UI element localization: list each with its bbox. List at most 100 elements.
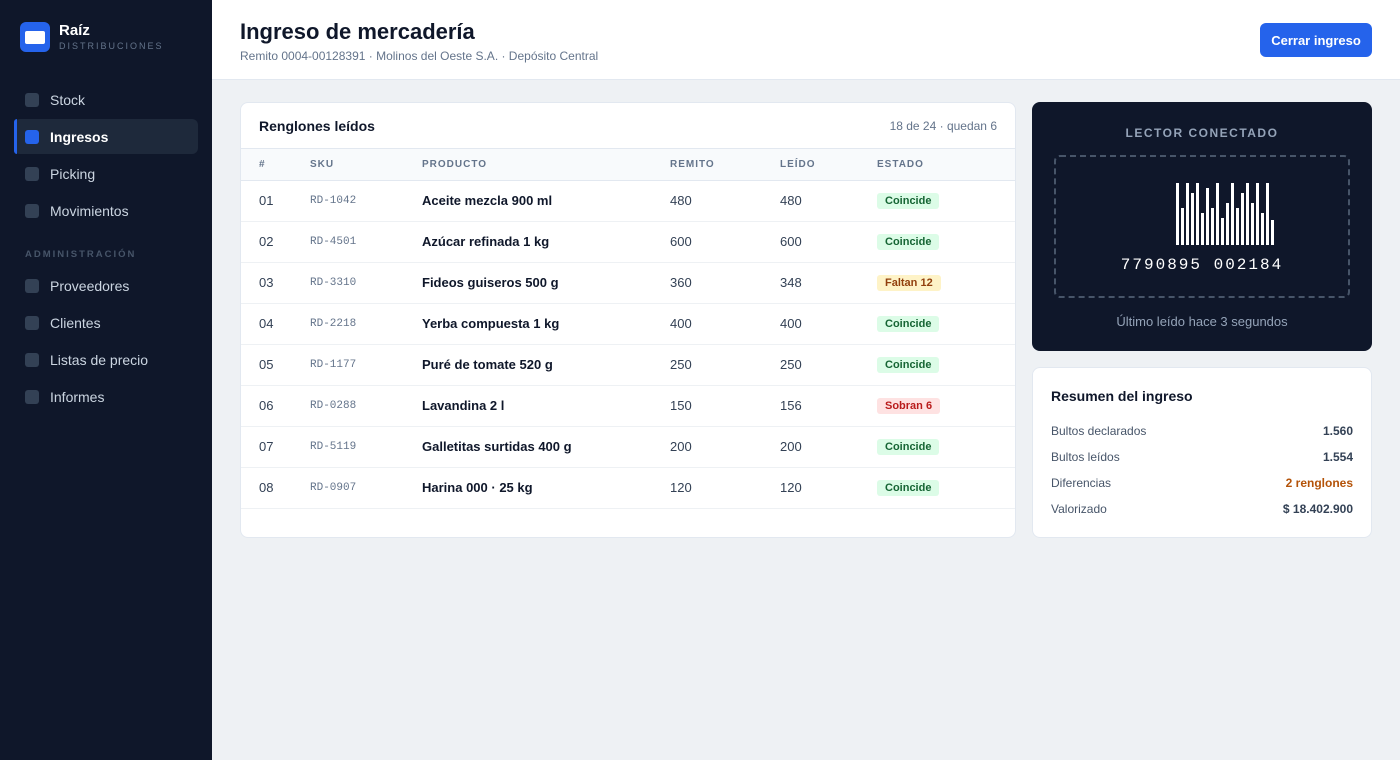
row-read-qty: 250 bbox=[780, 357, 802, 372]
last-scan-time: Último leído hace 3 segundos bbox=[1116, 314, 1288, 329]
status-badge: Coincide bbox=[877, 234, 940, 250]
row-product: Fideos guiseros 500 g bbox=[422, 275, 559, 290]
proveedores-icon bbox=[25, 278, 39, 293]
table-row[interactable]: 06 RD-0288 Lavandina 2 l 150 156 Sobran 6 bbox=[241, 385, 1015, 426]
scanner-status: LECTOR CONECTADO bbox=[1125, 126, 1279, 140]
sidebar-item-label: Stock bbox=[50, 91, 86, 108]
row-remito-qty: 360 bbox=[670, 275, 692, 290]
column-header-estado: ESTADO bbox=[877, 149, 1015, 181]
row-number: 03 bbox=[259, 275, 274, 290]
brand-name: Raíz bbox=[59, 22, 90, 39]
table-row[interactable]: 08 RD-0907 Harina 000 · 25 kg 120 120 Coincid… bbox=[241, 467, 1015, 508]
lines-card-title: Renglones leídos bbox=[259, 117, 375, 134]
sidebar-item-label: Proveedores bbox=[50, 277, 130, 294]
sidebar-item-label: Movimientos bbox=[50, 202, 129, 219]
row-sku: RD-4501 bbox=[310, 235, 357, 248]
sidebar-item-clientes[interactable]: Clientes bbox=[14, 305, 198, 340]
summary-value: 1.554 bbox=[1322, 450, 1353, 464]
column-header-sku: SKU bbox=[310, 149, 422, 181]
status-badge: Coincide bbox=[877, 480, 940, 496]
row-remito-qty: 400 bbox=[670, 316, 692, 331]
listas-de-precio-icon bbox=[25, 352, 39, 367]
summary-label: Diferencias bbox=[1051, 476, 1112, 490]
sidebar-item-movimientos[interactable]: Movimientos bbox=[14, 193, 198, 228]
row-sku: RD-3310 bbox=[310, 276, 357, 289]
row-product: Yerba compuesta 1 kg bbox=[422, 316, 560, 331]
close-ingreso-button[interactable]: Cerrar ingreso bbox=[1260, 23, 1372, 57]
status-badge: Coincide bbox=[877, 193, 940, 209]
brand[interactable]: Raíz DISTRIBUCIONES bbox=[20, 22, 164, 52]
row-sku: RD-1042 bbox=[310, 194, 357, 207]
sidebar-item-proveedores[interactable]: Proveedores bbox=[14, 268, 198, 303]
row-product: Aceite mezcla 900 ml bbox=[422, 193, 553, 208]
row-remito-qty: 200 bbox=[670, 439, 692, 454]
page-header: Ingreso de mercadería Remito 0004-001283… bbox=[212, 0, 1400, 80]
row-number: 04 bbox=[259, 316, 274, 331]
row-number: 05 bbox=[259, 357, 274, 372]
row-remito-qty: 120 bbox=[670, 480, 692, 495]
summary-row: Bultos leídos 1.554 bbox=[1051, 444, 1353, 470]
status-badge: Coincide bbox=[877, 357, 940, 373]
row-product: Lavandina 2 l bbox=[422, 398, 505, 413]
status-badge: Faltan 12 bbox=[877, 275, 941, 291]
summary-row: Valorizado $ 18.402.900 bbox=[1051, 496, 1353, 522]
informes-icon bbox=[25, 389, 39, 404]
row-read-qty: 400 bbox=[780, 316, 802, 331]
lines-progress: 18 de 24 · quedan 6 bbox=[889, 118, 997, 133]
table-row[interactable]: 05 RD-1177 Puré de tomate 520 g 250 250 Coinc… bbox=[241, 344, 1015, 385]
sidebar-item-listas-de-precio[interactable]: Listas de precio bbox=[14, 342, 198, 377]
admin-nav: Proveedores Clientes Listas de precio In… bbox=[14, 268, 198, 416]
row-read-qty: 120 bbox=[780, 480, 802, 495]
summary-value: 1.560 bbox=[1322, 424, 1353, 438]
sidebar-item-informes[interactable]: Informes bbox=[14, 379, 198, 414]
row-read-qty: 200 bbox=[780, 439, 802, 454]
lines-table: # SKU PRODUCTO REMITO LEÍDO ESTADO 01 RD-… bbox=[241, 149, 1015, 509]
row-sku: RD-5119 bbox=[310, 440, 357, 453]
main-nav: Stock Ingresos Picking Movimientos bbox=[14, 82, 198, 230]
sidebar-item-label: Ingresos bbox=[50, 128, 109, 145]
sidebar-item-ingresos[interactable]: Ingresos bbox=[14, 119, 198, 154]
table-row[interactable]: 04 RD-2218 Yerba compuesta 1 kg 400 400 Coinc… bbox=[241, 303, 1015, 344]
summary-title: Resumen del ingreso bbox=[1051, 388, 1193, 404]
summary-label: Valorizado bbox=[1051, 502, 1107, 516]
summary-value: $ 18.402.900 bbox=[1282, 502, 1353, 516]
column-header-leido: LEÍDO bbox=[780, 149, 877, 181]
summary-row: Diferencias 2 renglones bbox=[1051, 470, 1353, 496]
table-row[interactable]: 07 RD-5119 Galletitas surtidas 400 g 200 200… bbox=[241, 426, 1015, 467]
row-remito-qty: 250 bbox=[670, 357, 692, 372]
picking-icon bbox=[25, 166, 39, 181]
row-number: 01 bbox=[259, 193, 274, 208]
summary-row: Bultos declarados 1.560 bbox=[1051, 418, 1353, 444]
row-read-qty: 348 bbox=[780, 275, 802, 290]
row-product: Galletitas surtidas 400 g bbox=[422, 439, 572, 454]
table-row[interactable]: 02 RD-4501 Azúcar refinada 1 kg 600 600 Coinc… bbox=[241, 221, 1015, 262]
row-number: 02 bbox=[259, 234, 274, 249]
clientes-icon bbox=[25, 315, 39, 330]
barcode-number: 7790895 002184 bbox=[1120, 256, 1284, 274]
row-read-qty: 480 bbox=[780, 193, 802, 208]
column-header-producto: PRODUCTO bbox=[422, 149, 670, 181]
row-read-qty: 156 bbox=[780, 398, 802, 413]
sidebar-item-label: Listas de precio bbox=[50, 351, 149, 368]
status-badge: Coincide bbox=[877, 439, 940, 455]
table-row[interactable]: 03 RD-3310 Fideos guiseros 500 g 360 348 Falt… bbox=[241, 262, 1015, 303]
column-header-remito: REMITO bbox=[670, 149, 780, 181]
sidebar-item-label: Picking bbox=[50, 165, 96, 182]
row-remito-qty: 600 bbox=[670, 234, 692, 249]
summary-label: Bultos declarados bbox=[1051, 424, 1147, 438]
scan-area: 7790895 002184 bbox=[1054, 155, 1350, 298]
table-header-row: # SKU PRODUCTO REMITO LEÍDO ESTADO bbox=[241, 149, 1015, 181]
sidebar-item-picking[interactable]: Picking bbox=[14, 156, 198, 191]
row-read-qty: 600 bbox=[780, 234, 802, 249]
column-header-num: # bbox=[241, 149, 310, 181]
sidebar-item-stock[interactable]: Stock bbox=[14, 82, 198, 117]
row-remito-qty: 150 bbox=[670, 398, 692, 413]
row-product: Harina 000 · 25 kg bbox=[422, 480, 533, 495]
stock-icon bbox=[25, 92, 39, 107]
status-badge: Coincide bbox=[877, 316, 940, 332]
row-sku: RD-0288 bbox=[310, 399, 357, 412]
movimientos-icon bbox=[25, 203, 39, 218]
row-sku: RD-0907 bbox=[310, 481, 357, 494]
table-row[interactable]: 01 RD-1042 Aceite mezcla 900 ml 480 480 Coinc… bbox=[241, 180, 1015, 221]
brand-logo-icon bbox=[20, 22, 50, 52]
